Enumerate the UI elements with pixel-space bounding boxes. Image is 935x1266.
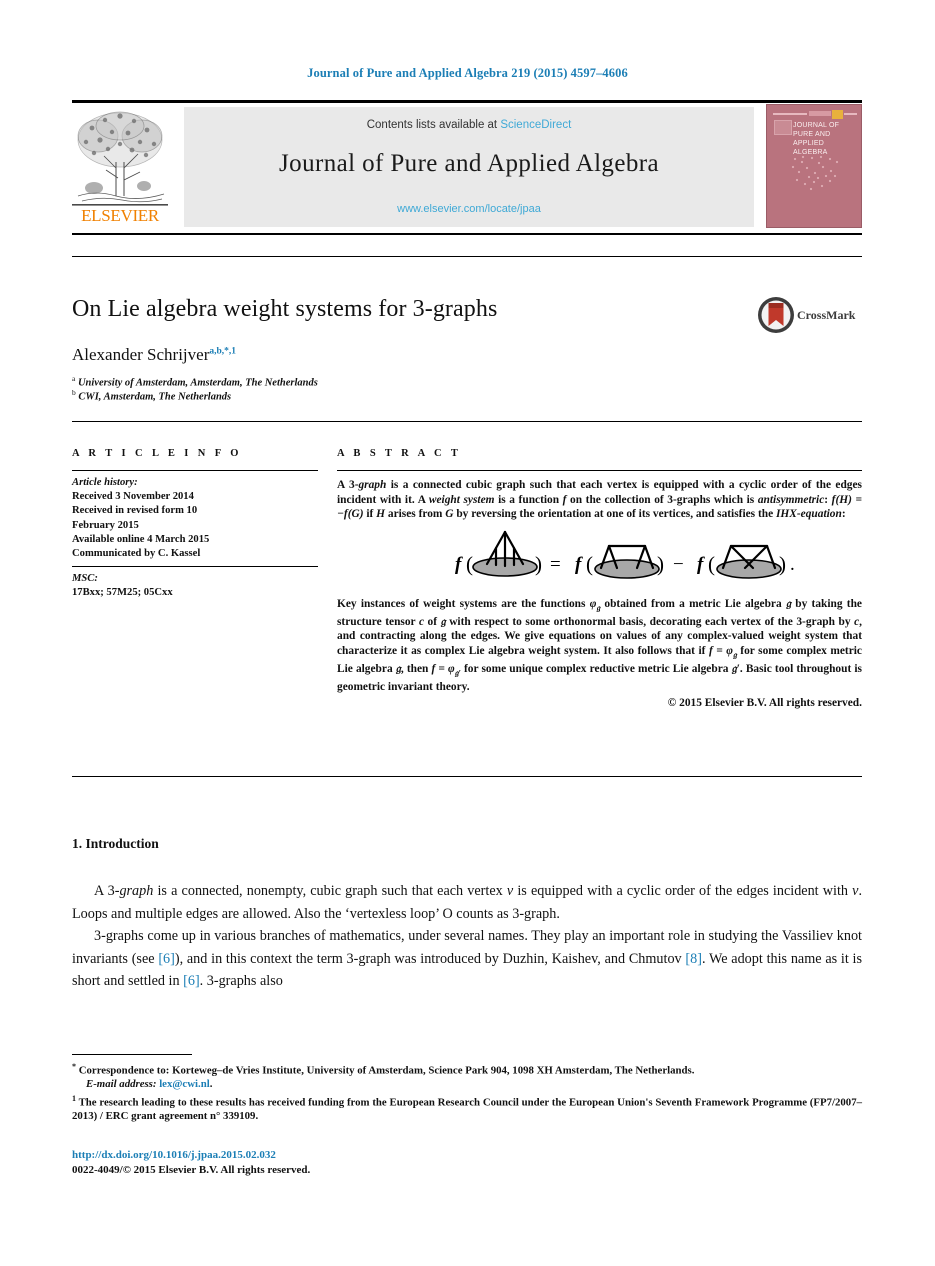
doi-link[interactable]: http://dx.doi.org/10.1016/j.jpaa.2015.02… <box>72 1148 310 1163</box>
sciencedirect-link[interactable]: ScienceDirect <box>500 119 571 131</box>
footnote-email: E-mail address: lex@cwi.nl. <box>72 1078 862 1092</box>
abstract-paragraph-2: Key instances of weight systems are the … <box>337 597 862 693</box>
history-line-0: Received 3 November 2014 <box>72 491 194 503</box>
ihx-equation-diagram: f ( ) = f () − f () . <box>455 530 795 579</box>
history-line-3: Available online 4 March 2015 <box>72 533 210 545</box>
paper-page: Journal of Pure and Applied Algebra 219 … <box>0 0 935 1266</box>
msc-value: 17Bxx; 57M25; 05Cxx <box>72 587 173 599</box>
svg-text:−: − <box>673 554 684 575</box>
affiliation-a-mark: a <box>72 374 76 383</box>
cover-color-bars <box>773 110 857 119</box>
svg-text:f: f <box>455 554 463 575</box>
i-diagram <box>472 530 538 577</box>
crossmark-badge[interactable]: CrossMark <box>757 296 861 334</box>
abstract-copyright: © 2015 Elsevier B.V. All rights reserved… <box>667 697 862 710</box>
elsevier-tree-icon <box>72 106 168 208</box>
svg-text:(: ( <box>466 552 473 576</box>
body-paragraph-2: 3-graphs come up in various branches of … <box>72 928 862 989</box>
abstract-column: A 3-graph is a connected cubic graph suc… <box>337 470 862 709</box>
footnote-correspondence-text: Correspondence to: Korteweg–de Vries Ins… <box>78 1064 695 1077</box>
sciencedirect-banner: Contents lists available at ScienceDirec… <box>184 107 754 227</box>
svg-text:): ) <box>779 552 786 576</box>
x-diagram <box>716 544 782 579</box>
running-head: Journal of Pure and Applied Algebra 219 … <box>307 66 628 80</box>
info-bottom-rule <box>72 776 862 777</box>
msc-label: MSC: <box>72 573 98 585</box>
masthead-top-rule <box>72 100 862 103</box>
history-line-4: Communicated by C. Kassel <box>72 548 201 560</box>
elsevier-logo: ELSEVIER <box>72 106 168 228</box>
journal-masthead: ELSEVIER Contents lists available at Sci… <box>72 100 862 236</box>
elsevier-wordmark: ELSEVIER <box>81 206 159 225</box>
abstract-paragraph-1: A 3-graph is a connected cubic graph suc… <box>337 479 862 521</box>
history-line-2: February 2015 <box>72 519 139 531</box>
title-separator-rule <box>72 256 862 257</box>
footer-doi-block: http://dx.doi.org/10.1016/j.jpaa.2015.02… <box>72 1148 310 1177</box>
affiliation-b-mark: b <box>72 388 76 397</box>
svg-text:): ) <box>657 552 664 576</box>
affiliation-a-text: University of Amsterdam, Amsterdam, The … <box>77 377 318 389</box>
author-line: Alexander Schrijvera,b,*,1 <box>72 345 236 365</box>
footnote-block: * Correspondence to: Korteweg–de Vries I… <box>72 1060 862 1124</box>
svg-text:=: = <box>550 554 561 575</box>
body-text-column: A 3-graph is a connected, nonempty, cubi… <box>72 880 862 993</box>
cover-elsevier-icon <box>774 120 792 135</box>
cover-artwork-icon <box>791 155 839 191</box>
svg-text:f: f <box>697 554 705 575</box>
svg-text:(: ( <box>586 552 593 576</box>
footnote-separator-rule <box>72 1054 192 1055</box>
contents-available-line: Contents lists available at ScienceDirec… <box>184 119 754 131</box>
article-history-block: Article history: Received 3 November 201… <box>72 471 318 566</box>
issn-copyright-line: 0022-4049/© 2015 Elsevier B.V. All right… <box>72 1163 311 1176</box>
article-info-heading: A R T I C L E I N F O <box>72 448 242 459</box>
cover-title: JOURNAL OF PURE AND APPLIED ALGEBRA <box>793 122 840 156</box>
footnote-email-label: E-mail address: <box>86 1078 157 1091</box>
abstract-heading: A B S T R A C T <box>337 448 462 459</box>
masthead-bottom-rule <box>72 233 862 235</box>
crossmark-label: CrossMark <box>797 308 856 322</box>
h-diagram <box>594 544 660 579</box>
footnote-email-link[interactable]: lex@cwi.nl <box>159 1078 210 1090</box>
journal-homepage-link[interactable]: www.elsevier.com/locate/jpaa <box>184 203 754 215</box>
affiliation-a: a University of Amsterdam, Amsterdam, Th… <box>72 374 318 389</box>
svg-text:): ) <box>535 552 542 576</box>
article-history-label: Article history: <box>72 477 138 488</box>
svg-text:(: ( <box>708 552 715 576</box>
svg-text:f: f <box>575 554 583 575</box>
history-line-1: Received in revised form 10 <box>72 505 198 517</box>
footnote-funding-text: The research leading to these results ha… <box>72 1096 862 1122</box>
footnote-correspondence: * Correspondence to: Korteweg–de Vries I… <box>72 1060 862 1078</box>
author-affiliation-marks[interactable]: a,b,*,1 <box>209 346 236 356</box>
msc-block: MSC: 17Bxx; 57M25; 05Cxx <box>72 567 318 605</box>
affiliation-b: b CWI, Amsterdam, The Netherlands <box>72 388 231 403</box>
body-paragraph-1: A 3-graph is a connected, nonempty, cubi… <box>72 883 863 922</box>
author-name: Alexander Schrijver <box>72 345 210 364</box>
crossmark-icon <box>758 297 794 333</box>
contents-prefix: Contents lists available at <box>366 119 501 131</box>
footnote-funding-mark: 1 <box>72 1093 76 1103</box>
footnote-email-period: . <box>209 1078 213 1091</box>
info-top-rule <box>72 421 862 422</box>
page-title: On Lie algebra weight systems for 3-grap… <box>72 296 498 322</box>
footnote-funding: 1 The research leading to these results … <box>72 1092 862 1124</box>
ihx-equation-figure: f ( ) = f () − f () . <box>337 526 862 588</box>
svg-text:.: . <box>790 554 795 575</box>
article-info-column: Article history: Received 3 November 201… <box>72 470 318 606</box>
journal-cover-thumbnail[interactable]: JOURNAL OF PURE AND APPLIED ALGEBRA <box>766 104 862 228</box>
footnote-correspondence-mark: * <box>72 1062 76 1071</box>
journal-name: Journal of Pure and Applied Algebra <box>279 150 659 177</box>
section-heading-introduction: 1. Introduction <box>72 836 159 851</box>
affiliation-b-text: CWI, Amsterdam, The Netherlands <box>78 391 232 403</box>
